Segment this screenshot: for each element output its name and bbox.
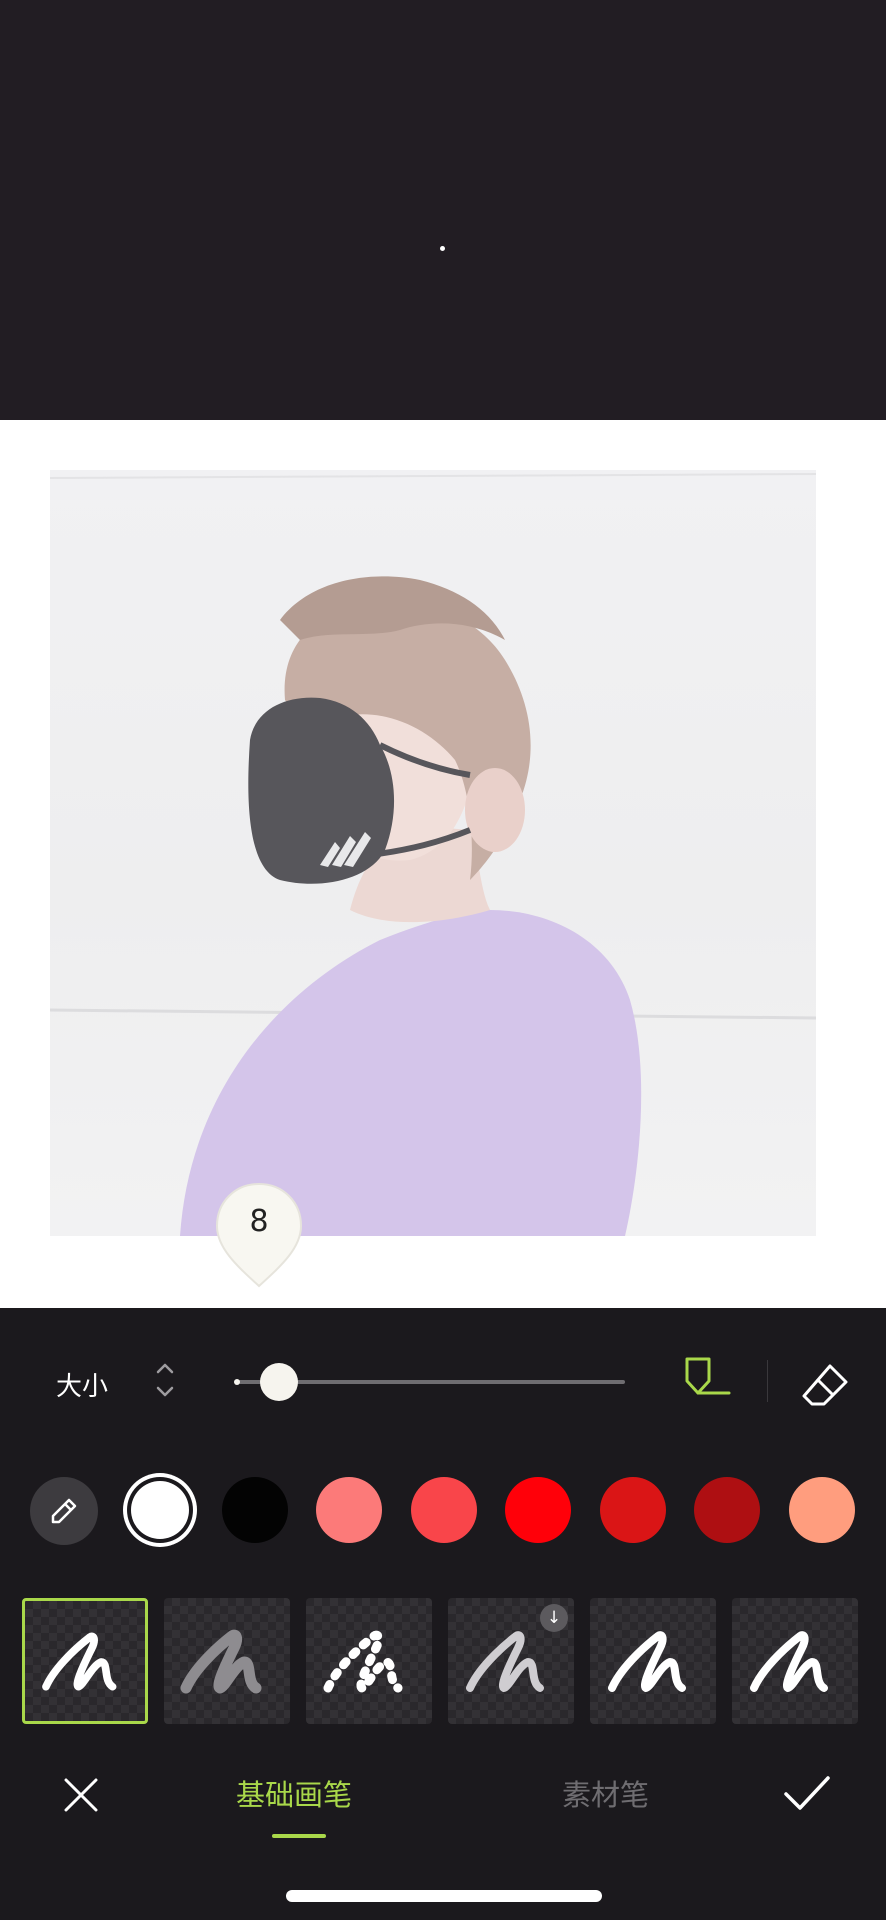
color-swatch[interactable] — [694, 1477, 760, 1543]
download-icon[interactable]: ↓ — [540, 1604, 568, 1632]
brush-style-glitter[interactable] — [164, 1598, 290, 1724]
close-icon[interactable] — [56, 1770, 106, 1820]
color-swatch[interactable] — [316, 1477, 382, 1543]
checkmark-icon[interactable] — [780, 1768, 834, 1818]
color-swatch[interactable] — [131, 1481, 189, 1539]
brush-cursor-dot — [440, 246, 445, 251]
size-slider-knob[interactable] — [259, 1363, 298, 1401]
size-label: 大小 — [56, 1372, 109, 1402]
chevron-up-down-icon[interactable] — [150, 1356, 180, 1404]
slider-start-dot — [234, 1379, 240, 1385]
top-background — [0, 0, 886, 420]
color-swatch[interactable] — [505, 1477, 571, 1543]
brush-style-solid[interactable] — [22, 1598, 148, 1724]
pen-marker-icon[interactable] — [683, 1355, 733, 1405]
brush-style-dotted[interactable] — [306, 1598, 432, 1724]
tab-material-brush[interactable]: 素材笔 — [562, 1772, 649, 1814]
color-swatch[interactable] — [410, 1477, 477, 1543]
tab-basic-brush[interactable]: 基础画笔 — [236, 1772, 352, 1814]
toolbar-divider — [767, 1360, 768, 1402]
brush-style-solid[interactable] — [590, 1598, 716, 1724]
brush-style-solid[interactable] — [732, 1598, 858, 1724]
size-value-text: 8 — [249, 1204, 269, 1239]
active-tab-indicator — [272, 1834, 326, 1838]
eraser-icon[interactable] — [800, 1360, 852, 1406]
eyedropper-icon[interactable] — [30, 1477, 98, 1545]
photo-layer[interactable] — [50, 470, 816, 1236]
home-indicator — [286, 1890, 602, 1902]
color-swatch[interactable] — [788, 1477, 855, 1543]
color-swatch[interactable] — [599, 1477, 666, 1543]
brush-style-textured[interactable]: ↓ — [448, 1598, 574, 1724]
color-swatch[interactable] — [221, 1477, 288, 1543]
